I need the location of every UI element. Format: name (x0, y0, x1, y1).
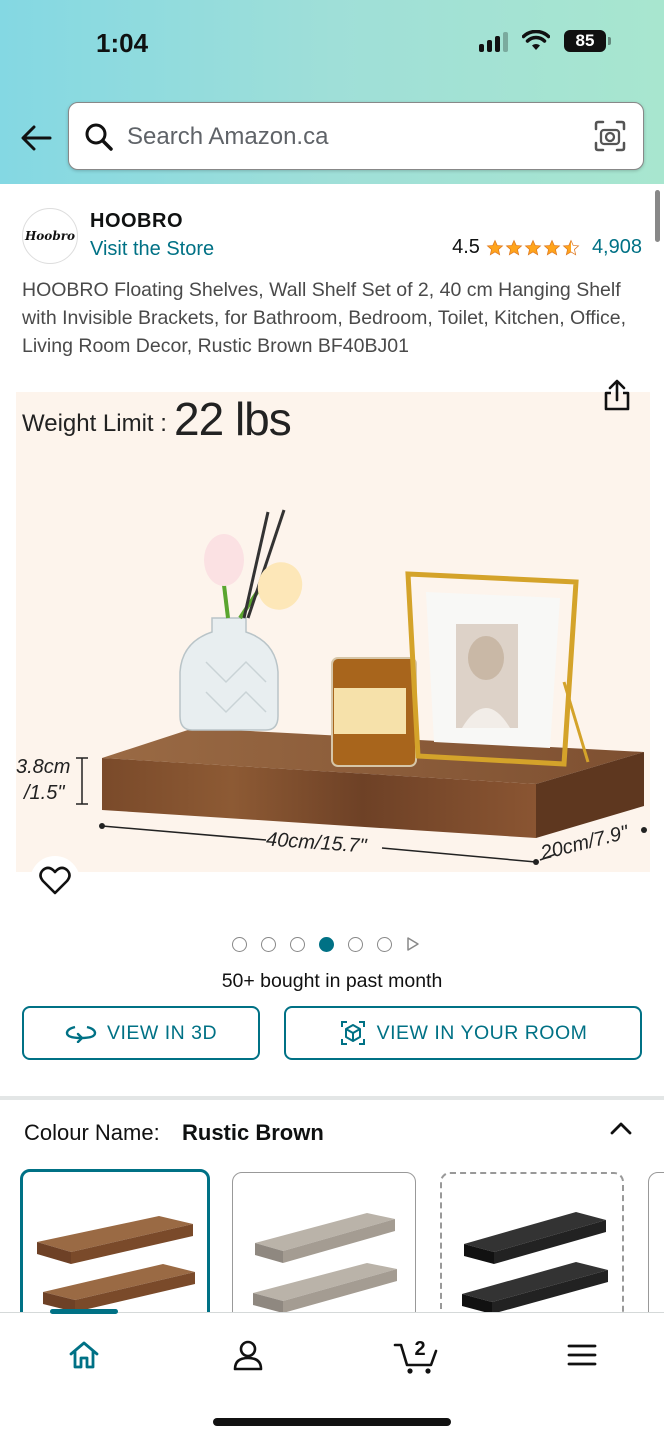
share-icon[interactable] (602, 378, 632, 412)
search-input[interactable] (127, 117, 577, 157)
scroll-indicator (655, 190, 660, 242)
star-icon (505, 239, 523, 255)
grey-shelf-image (253, 1213, 397, 1313)
ar-cube-icon (340, 1021, 365, 1045)
signal-icon (479, 30, 508, 52)
play-video-icon[interactable] (406, 936, 420, 952)
search-bar[interactable] (68, 102, 644, 170)
tab-menu[interactable] (558, 1333, 606, 1377)
colour-name-label: Colour Name: (24, 1120, 160, 1145)
carousel-dot-active[interactable] (319, 936, 334, 952)
rotate-3d-icon (65, 1025, 97, 1043)
search-icon (85, 123, 113, 151)
brand-logo[interactable]: Hoobro (22, 208, 78, 264)
brand-logo-text: Hoobro (24, 229, 76, 243)
camera-icon[interactable] (593, 119, 627, 153)
rating-count[interactable]: 4,908 (592, 236, 642, 259)
chevron-up-icon[interactable] (608, 1116, 634, 1142)
home-icon (69, 1341, 99, 1369)
carousel-dot[interactable] (377, 936, 392, 952)
shelf-illustration (76, 509, 647, 865)
rating-stars (486, 239, 580, 257)
product-image[interactable]: Weight Limit : 22 lbs 3.8cm /1.5" 40cm/1… (16, 392, 650, 872)
colour-swatch-more[interactable] (648, 1172, 664, 1332)
wishlist-button[interactable] (30, 856, 80, 906)
view-in-3d-label: VIEW IN 3D (106, 1021, 218, 1044)
status-icons: 85 (479, 30, 611, 52)
colour-name-value: Rustic Brown (182, 1120, 324, 1145)
carousel-dot[interactable] (261, 936, 276, 952)
view-in-your-room-button[interactable]: VIEW IN YOUR ROOM (284, 1006, 642, 1060)
header: 1:04 85 (0, 0, 664, 184)
view-in-3d-button[interactable]: VIEW IN 3D (22, 1006, 260, 1060)
height-dim-in: /1.5" (24, 782, 65, 804)
carousel-dot[interactable] (348, 936, 363, 952)
account-icon (233, 1340, 263, 1371)
colour-swatch-black[interactable] (440, 1172, 624, 1332)
colour-swatch-grey[interactable] (232, 1172, 416, 1332)
carousel-dot[interactable] (232, 936, 247, 952)
rating[interactable]: 4.5 4,908 (452, 236, 642, 259)
visit-store-link[interactable]: Visit the Store (90, 238, 214, 261)
star-icon (486, 239, 504, 255)
half-star-icon (562, 239, 580, 255)
star-icon (524, 239, 542, 255)
battery-indicator: 85 (564, 30, 611, 52)
wifi-icon (522, 30, 550, 50)
home-indicator (213, 1418, 451, 1426)
section-divider (0, 1096, 664, 1100)
black-shelf-image (462, 1212, 608, 1314)
tab-home[interactable] (60, 1333, 108, 1377)
product-title: HOOBRO Floating Shelves, Wall Shelf Set … (22, 279, 627, 357)
brand-name: HOOBRO (90, 210, 183, 232)
carousel-dots[interactable] (232, 936, 420, 952)
tab-account[interactable] (224, 1333, 272, 1377)
tab-cart[interactable]: 2 (392, 1333, 440, 1377)
menu-icon (567, 1344, 597, 1366)
active-tab-indicator (50, 1309, 118, 1314)
cart-icon: 2 (393, 1338, 438, 1374)
status-time: 1:04 (96, 28, 149, 58)
colour-swatch-rustic-brown[interactable] (20, 1169, 210, 1329)
heart-icon (39, 866, 71, 895)
bought-in-past-month: 50+ bought in past month (221, 970, 443, 992)
rating-value: 4.5 (452, 236, 480, 258)
back-arrow-icon[interactable] (18, 118, 54, 158)
carousel-dot[interactable] (290, 936, 305, 952)
view-in-your-room-label: VIEW IN YOUR ROOM (376, 1021, 588, 1044)
rustic-brown-shelf-image (37, 1216, 195, 1312)
height-dim-cm: 3.8cm (16, 756, 71, 778)
star-icon (543, 239, 561, 255)
cart-count: 2 (414, 1338, 425, 1360)
